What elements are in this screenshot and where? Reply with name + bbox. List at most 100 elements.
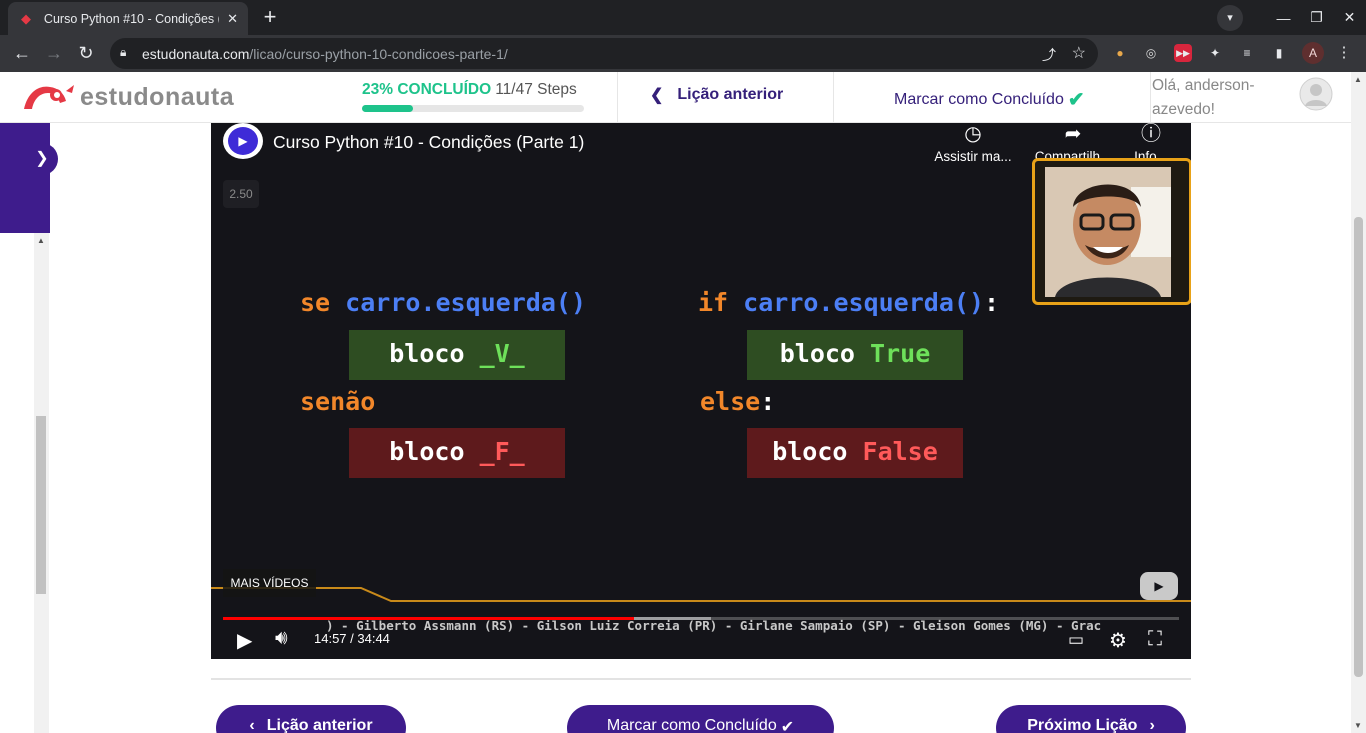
chevron-right-icon: › xyxy=(1149,717,1155,733)
progress-bar xyxy=(362,105,584,112)
block-true-left: bloco _V_ xyxy=(349,330,565,380)
presenter-photo xyxy=(1045,167,1171,297)
play-circle-icon: ▶ xyxy=(228,127,258,155)
code-line-se: se carro.esquerda() xyxy=(300,288,586,317)
video-player[interactable]: ▶ Curso Python #10 - Condições (Parte 1)… xyxy=(211,123,1191,659)
block-value: _F_ xyxy=(479,437,525,466)
user-avatar-icon[interactable] xyxy=(1299,77,1333,111)
more-videos-button[interactable]: MAIS VÍDEOS xyxy=(223,569,316,597)
settings-icon[interactable]: ⚙ xyxy=(1109,628,1127,653)
user-greeting: Olá, anderson-azevedo! xyxy=(1152,77,1255,118)
play-icon[interactable]: ▶ xyxy=(237,628,252,653)
sidebar-expand-chevron-icon[interactable]: ❯ xyxy=(26,143,58,175)
footer-mark-complete-button[interactable]: Marcar como Concluído ✔ xyxy=(567,705,834,733)
bookmark-star-icon[interactable]: ☆ xyxy=(1072,43,1086,63)
block-value: False xyxy=(862,437,938,466)
browser-tab[interactable]: ◆ Curso Python #10 - Condições (Parte 1)… xyxy=(8,2,248,35)
window-controls: ▾ — ❐ ✕ xyxy=(1217,0,1366,35)
tab-search-icon[interactable]: ▾ xyxy=(1217,4,1243,31)
header-mark-complete-button[interactable]: Marcar como Concluído ✔ xyxy=(894,87,1085,112)
block-true-right: bloco True xyxy=(747,330,963,380)
checkmark-icon: ✔ xyxy=(780,719,795,733)
new-tab-button[interactable]: + xyxy=(257,6,283,30)
code-line-if: if carro.esquerda(): xyxy=(698,288,999,317)
media-queue-icon[interactable]: ≡ xyxy=(1238,44,1256,62)
profile-avatar[interactable]: A xyxy=(1302,42,1324,64)
fullscreen-icon[interactable]: ⛶ xyxy=(1148,628,1162,651)
url-text: estudonauta.com/licao/curso-python-10-co… xyxy=(142,46,508,62)
volume-icon[interactable]: 🔊︎ xyxy=(275,627,288,650)
extensions-icon[interactable]: ✦ xyxy=(1206,44,1224,62)
extension-1-icon[interactable]: ● xyxy=(1111,44,1129,62)
browser-toolbar: ← → ↻ 🔒︎ estudonauta.com/licao/curso-pyt… xyxy=(0,35,1366,72)
channel-avatar[interactable]: ▶ xyxy=(223,123,263,159)
watch-later-button[interactable]: ◷ Assistir ma... xyxy=(933,123,1013,164)
content-divider xyxy=(211,678,1191,680)
page: estudonauta 23% CONCLUÍDO 11/47 Steps ❮ L… xyxy=(0,72,1351,733)
presenter-webcam xyxy=(1032,158,1191,305)
footer-mark-complete-label: Marcar como Concluído xyxy=(606,717,777,733)
url-path: /licao/curso-python-10-condicoes-parte-1… xyxy=(249,46,508,62)
extension-2-icon[interactable]: ◎ xyxy=(1142,44,1160,62)
chevron-left-icon: ‹ xyxy=(249,717,255,733)
progress-bar-fill xyxy=(362,105,414,112)
site-favicon-icon: ◆ xyxy=(20,10,31,26)
block-false-left: bloco _F_ xyxy=(349,428,565,478)
address-bar[interactable]: 🔒︎ estudonauta.com/licao/curso-python-10… xyxy=(110,38,1098,69)
video-progress-bar[interactable] xyxy=(223,617,1179,620)
credits-ticker: ) - Gilberto Assmann (RS) - Gilson Luiz … xyxy=(326,618,1102,633)
speed-badge: 2.50 xyxy=(223,180,259,208)
browser-tab-bar: ◆ Curso Python #10 - Condições (Parte 1)… xyxy=(0,0,1366,35)
reload-icon[interactable]: ↻ xyxy=(74,42,98,66)
keyword-se: se xyxy=(300,288,331,317)
footer-next-lesson-button[interactable]: Próximo Lição › xyxy=(996,705,1186,733)
colon: : xyxy=(760,387,776,416)
scroll-down-arrow-icon[interactable]: ▼ xyxy=(1354,721,1362,730)
footer-previous-lesson-button[interactable]: ‹ Lição anterior xyxy=(216,705,406,733)
browser-menu-icon[interactable]: ⋮ xyxy=(1335,44,1353,62)
page-scroll-thumb[interactable] xyxy=(1354,217,1363,677)
code-line-else: else: xyxy=(700,387,775,416)
forward-icon[interactable]: → xyxy=(42,42,66,66)
close-window-icon[interactable]: ✕ xyxy=(1333,9,1366,26)
header-previous-lesson-label: Lição anterior xyxy=(677,86,784,103)
sidebar-scroll-thumb[interactable] xyxy=(36,416,46,594)
page-scrollbar[interactable]: ▲ ▼ xyxy=(1351,72,1366,733)
restore-icon[interactable]: ❐ xyxy=(1300,9,1333,26)
progress-percent: 23% CONCLUÍDO xyxy=(362,81,492,98)
site-header: estudonauta 23% CONCLUÍDO 11/47 Steps ❮ L… xyxy=(0,72,1351,123)
header-divider xyxy=(833,72,834,123)
share-icon[interactable]: ⤴ xyxy=(1042,45,1056,65)
video-timecode: 14:57 / 34:44 xyxy=(314,631,390,646)
video-title[interactable]: Curso Python #10 - Condições (Parte 1) xyxy=(273,132,584,153)
chevron-left-icon: ❮ xyxy=(650,87,664,104)
back-icon[interactable]: ← xyxy=(10,42,34,66)
keyword-else: else xyxy=(700,387,761,416)
side-panel-icon[interactable]: ▮ xyxy=(1270,44,1288,62)
url-domain: estudonauta.com xyxy=(142,46,250,62)
youtube-watermark-icon[interactable]: ▶ xyxy=(1140,572,1178,600)
site-logo[interactable]: estudonauta xyxy=(20,81,234,113)
footer-next-lesson-label: Próximo Lição xyxy=(1027,717,1138,733)
checkmark-icon: ✔ xyxy=(1067,89,1085,111)
lock-icon: 🔒︎ xyxy=(120,45,127,59)
header-mark-complete-label: Marcar como Concluído xyxy=(894,90,1064,108)
colon: : xyxy=(984,288,1000,317)
header-divider xyxy=(1150,72,1151,123)
block-prefix: bloco xyxy=(389,437,465,466)
block-value: True xyxy=(870,339,931,368)
scroll-up-arrow-icon[interactable]: ▲ xyxy=(1354,75,1362,84)
decorative-line xyxy=(211,587,1191,602)
header-previous-lesson-link[interactable]: ❮ Lição anterior xyxy=(650,85,783,105)
block-prefix: bloco xyxy=(779,339,855,368)
code-line-senao: senão xyxy=(300,387,375,416)
logo-text: estudonauta xyxy=(80,82,235,111)
function-call-left: carro.esquerda() xyxy=(345,288,586,317)
extension-3-icon[interactable]: ▶▶ xyxy=(1174,44,1192,62)
minimize-icon[interactable]: — xyxy=(1267,10,1300,26)
scroll-up-arrow-icon[interactable]: ▲ xyxy=(37,236,45,245)
subtitles-icon[interactable]: ▭ xyxy=(1068,630,1084,650)
tab-close-icon[interactable]: ✕ xyxy=(227,11,238,27)
video-buffer-bar xyxy=(634,617,711,620)
sidebar-scrollbar[interactable]: ▲ xyxy=(34,233,49,733)
